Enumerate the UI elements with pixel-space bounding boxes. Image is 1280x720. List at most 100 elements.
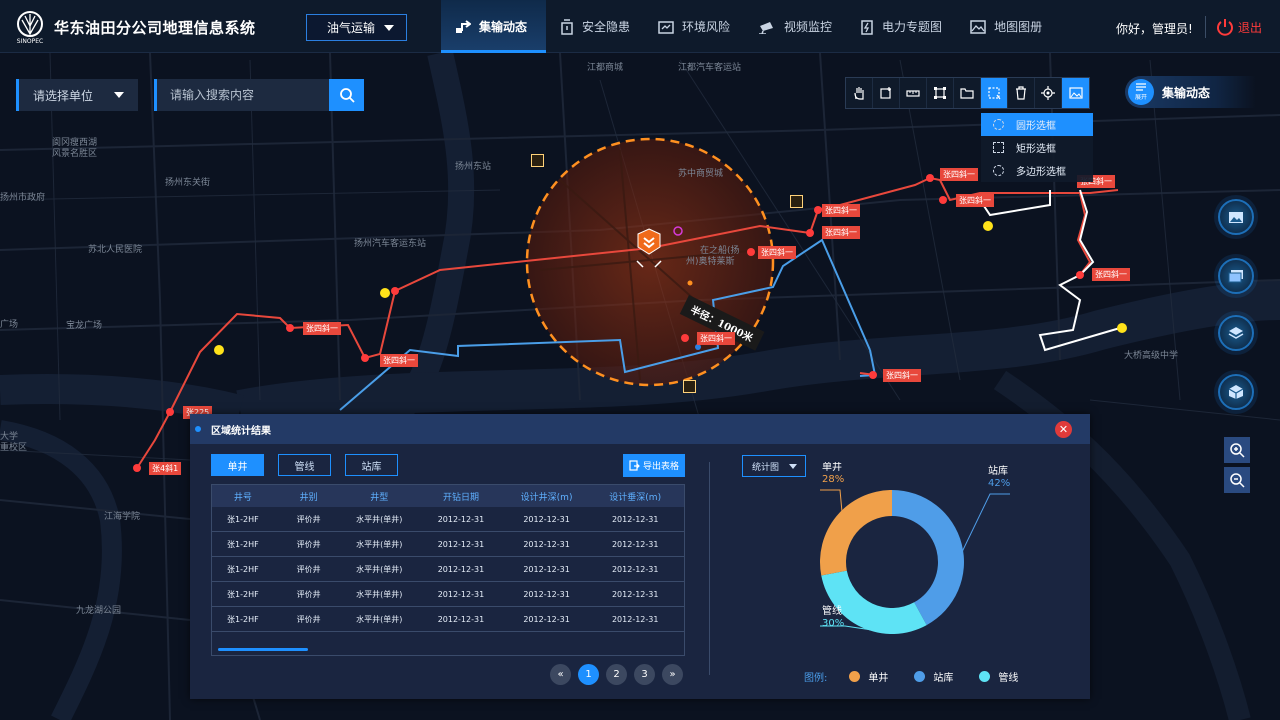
well-tag[interactable]: 张四斜一 [822,226,860,239]
zoom-in-icon [1230,443,1245,458]
well-tag[interactable]: 张四斜一 [758,246,796,259]
layer-photo-button[interactable] [1218,199,1254,235]
app-root: 半径：1000米 张四斜一 张四斜一 张四斜一 张四斜一 张四斜一 张四斜一 张… [0,0,1280,720]
table-scrollbar[interactable] [218,648,308,651]
unit-select-placeholder: 请选择单位 [33,88,94,103]
chevron-down-icon [789,464,797,469]
well-tag[interactable]: 张四斜一 [822,204,860,217]
logout-button[interactable]: 退出 [1216,18,1262,36]
power-off-icon [1217,19,1233,36]
menu-item-circle-select[interactable]: 圆形选框 [981,113,1093,136]
pan-tool[interactable] [846,78,873,108]
box-select-tool[interactable] [981,78,1008,108]
expand-badge: 展开 [1128,79,1154,105]
table-cell: 2012-12-31 [523,589,570,599]
layer-3d-button[interactable] [1218,374,1254,410]
table-row[interactable]: 张1-2HF 评价井 水平井(单井) 2012-12-31 2012-12-31 2012… [212,507,684,532]
menu-label: 矩形选框 [1016,144,1056,155]
map-label: 扬州东站 [455,162,492,172]
well-tag[interactable]: 张四斜一 [303,322,341,335]
table-cell: 2012-12-31 [523,564,570,574]
layer-album-button[interactable] [1218,258,1254,294]
album-layer-icon [1228,270,1243,283]
table-cell: 张1-2HF [227,514,259,524]
table-cell: 张1-2HF [227,539,259,549]
tab-single-well[interactable]: 单井 [211,454,264,476]
close-button[interactable]: ✕ [1055,421,1072,438]
prev-page-button[interactable]: « [550,664,571,685]
leader-line [961,493,1010,553]
tab-pipeline[interactable]: 管线 [278,454,331,476]
slice-value-label: 42% [988,478,1010,489]
location-pin-icon[interactable] [635,227,663,273]
nav-environment[interactable]: 环境风险 [644,0,744,53]
image-tool[interactable] [1062,78,1089,108]
chart-type-select[interactable]: 统计图 [742,455,806,477]
folder-tool[interactable] [954,78,981,108]
map-label: 阆冈瘦西湖 [52,138,98,148]
well-tag[interactable]: 张4斜1 [149,462,182,475]
donut-slice[interactable] [892,490,964,626]
station-marker[interactable] [683,380,696,393]
well-tag[interactable]: 张四斜一 [883,369,921,382]
measure-tool[interactable] [900,78,927,108]
delete-tool[interactable] [1008,78,1035,108]
nav-safety[interactable]: 安全隐患 [546,0,644,53]
table-cell: 水平井(单井) [356,614,403,624]
nav-pipeline[interactable]: 集输动态 [441,0,546,53]
double-chevron-right-icon: » [669,669,676,680]
nav-map-album[interactable]: 地图图册 [956,0,1056,53]
search-button[interactable] [329,79,364,111]
add-point-tool[interactable] [873,78,900,108]
nav-video[interactable]: 视频监控 [744,0,846,53]
company-logo-icon: SINOPEC [14,10,46,45]
table-cell: 2012-12-31 [437,539,485,549]
table-row[interactable]: 张1-2HF 评价井 水平井(单井) 2012-12-31 2012-12-31 2012… [212,557,684,582]
table-cell: 张1-2HF [227,564,259,574]
nav-label: 安全隐患 [582,20,631,34]
stats-panel-header: 区域统计结果 [190,414,1090,444]
well-tag[interactable]: 张四斜一 [940,168,978,181]
tab-station[interactable]: 站库 [345,454,398,476]
map-toolbar [845,77,1090,109]
area-tool[interactable] [927,78,954,108]
locate-tool[interactable] [1035,78,1062,108]
slice-value-label: 28% [822,474,844,485]
zoom-in-button[interactable] [1224,437,1250,463]
map-label: 大桥高级中学 [1124,351,1179,361]
station-marker[interactable] [790,195,803,208]
table-cell: 2012-12-31 [523,539,570,549]
table-cell: 张1-2HF [227,589,259,599]
menu-item-rect-select[interactable]: 矩形选框 [981,136,1093,159]
zoom-out-button[interactable] [1224,467,1250,493]
page-button[interactable]: 1 [578,664,599,685]
search-input[interactable] [157,88,327,102]
page-button[interactable]: 3 [634,664,655,685]
pipeline-panel-toggle[interactable]: 展开 集输动态 [1125,76,1256,108]
well-tag[interactable]: 张四斜一 [697,332,735,345]
donut-slice[interactable] [820,490,892,576]
table-row[interactable]: 张1-2HF 评价井 水平井(单井) 2012-12-31 2012-12-31 2012… [212,607,684,632]
cube-icon [1228,385,1244,399]
table-row[interactable]: 张1-2HF 评价井 水平井(单井) 2012-12-31 2012-12-31 2012… [212,532,684,557]
table-row[interactable]: 张1-2HF 评价井 水平井(单井) 2012-12-31 2012-12-31 2012… [212,582,684,607]
column-header: 井别 [299,492,318,503]
search-box [154,79,330,111]
leader-line [820,489,843,513]
unit-select[interactable]: 请选择单位 [16,79,138,111]
well-tag[interactable]: 张四斜一 [956,194,994,207]
chevron-down-icon [114,92,124,98]
page-button[interactable]: 2 [606,664,627,685]
station-marker[interactable] [531,154,544,167]
menu-item-polygon-select[interactable]: 多边形选框 [981,159,1093,182]
well-tag[interactable]: 张四斜一 [1092,268,1130,281]
logout-label: 退出 [1238,20,1263,35]
module-select[interactable]: 油气运输 [306,14,407,41]
map-label: 宝龙广场 [66,321,103,331]
well-tag[interactable]: 张四斜一 [380,354,418,367]
export-table-button[interactable]: 导出表格 [623,454,685,477]
layer-stack-button[interactable] [1218,315,1254,351]
next-page-button[interactable]: » [662,664,683,685]
legend-item: 站库 [914,669,953,684]
nav-power[interactable]: 电力专题图 [846,0,956,53]
